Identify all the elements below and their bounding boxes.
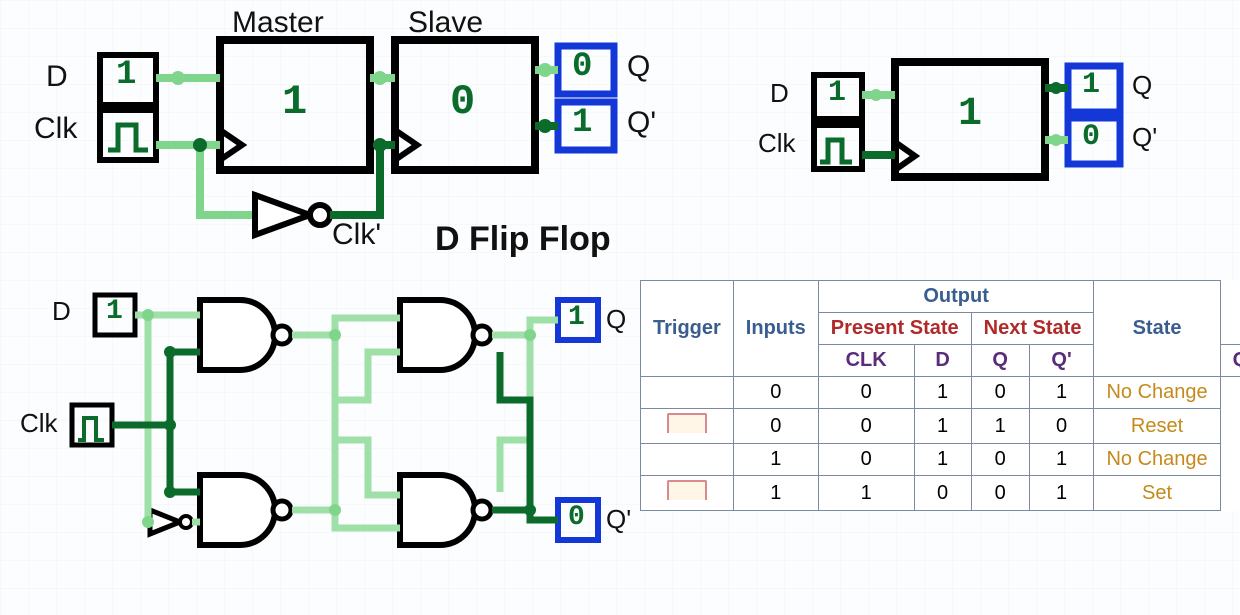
truth-row: 10101No Change [641,444,1240,476]
bl-q-val: 1 [568,302,585,333]
clock-pulse-icon [667,413,707,433]
tl-q-label: Q [627,50,650,84]
tl-qbar-label: Q' [627,106,656,140]
th-trigger: Trigger [641,281,734,377]
bl-qbar-val: 0 [568,502,585,533]
bl-qbar-label: Q' [606,504,631,535]
tl-slave-label: Slave [408,6,483,40]
clock-pulse-icon [667,480,707,500]
truth-table: Trigger Inputs Output State Present Stat… [640,280,1240,511]
tl-q-val: 0 [572,48,592,86]
th-pqb: Q' [1029,345,1094,377]
bl-q-label: Q [606,304,626,335]
tl-master-label: Master [232,6,324,40]
bl-clk-label: Clk [20,408,58,439]
bl-d-label: D [52,296,71,327]
th-inputs: Inputs [733,281,818,377]
tr-latch-val: 1 [958,92,982,137]
tl-slave-val: 0 [450,78,475,126]
tl-d-val: 1 [116,56,136,94]
truth-row: 00110Reset [641,409,1240,444]
th-state: State [1094,281,1220,377]
tr-q-label: Q [1132,70,1152,101]
truth-row: 00101No Change [641,377,1240,409]
tl-clk-label: Clk [34,112,77,146]
th-nq: Q [1220,345,1240,377]
tr-clk-label: Clk [758,128,796,159]
th-clk: CLK [818,345,914,377]
bl-d-val: 1 [106,296,123,327]
th-d: D [914,345,971,377]
th-pq: Q [971,345,1029,377]
tr-q-val: 1 [1082,68,1100,102]
tl-master-val: 1 [282,78,307,126]
tr-qbar-val: 0 [1082,120,1100,154]
tl-qbar-val: 1 [572,104,592,142]
title: D Flip Flop [435,220,611,259]
th-next: Next State [971,313,1094,345]
tr-d-val: 1 [828,76,846,110]
tl-clkbar-label: Clk' [332,218,381,252]
th-present: Present State [818,313,971,345]
truth-row: 11001Set [641,476,1240,511]
th-output: Output [818,281,1094,313]
tr-d-label: D [770,78,789,109]
tl-d-label: D [46,60,68,94]
tr-qbar-label: Q' [1132,122,1157,153]
